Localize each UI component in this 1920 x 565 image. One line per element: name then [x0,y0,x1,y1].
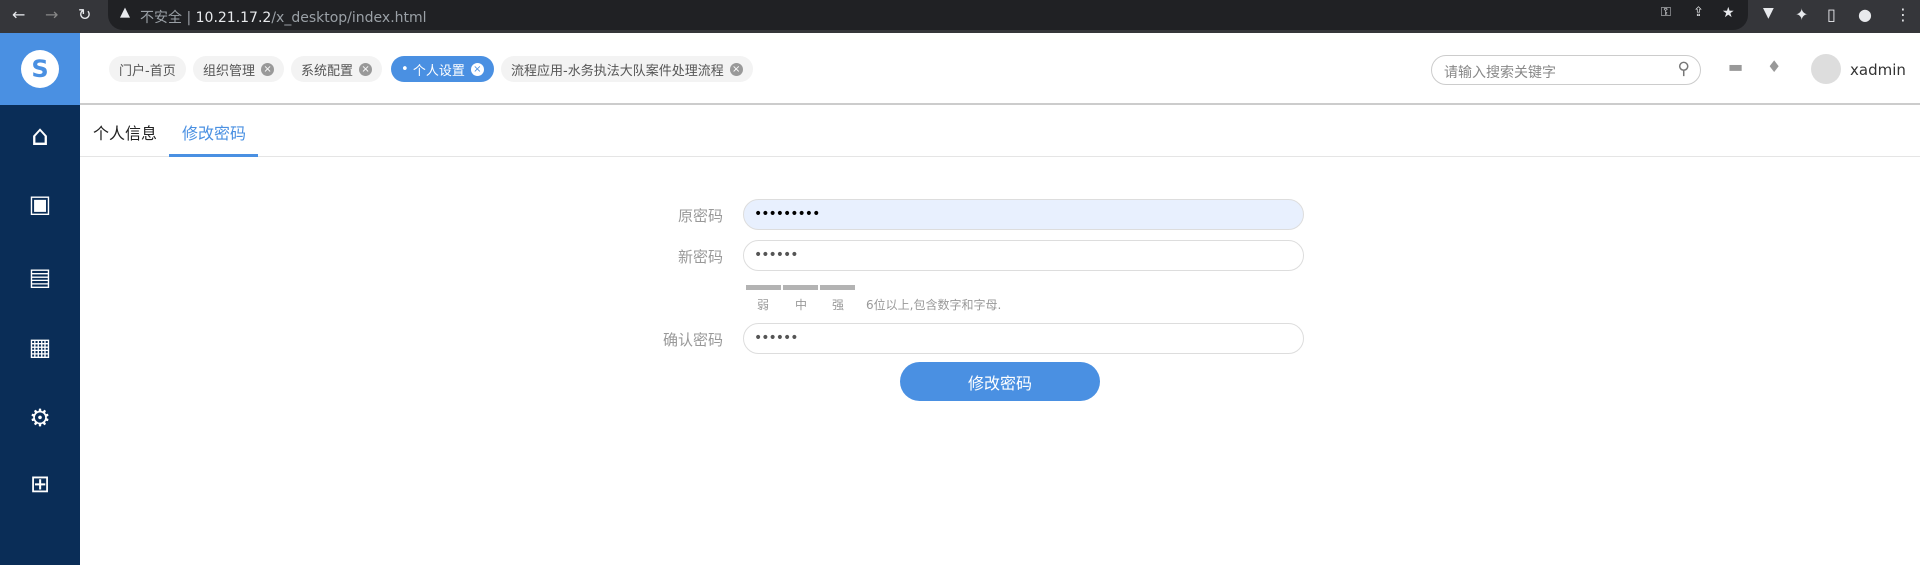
old-password-label: 原密码 [677,207,723,225]
header: 门户-首页 组织管理 × 系统配置 × • 个人设置 × 流程应用-水务执法大队案件处… [80,33,1920,105]
share-icon[interactable]: ⇪ [1693,5,1704,20]
home-icon[interactable]: ⌂ [24,119,56,152]
old-password-input[interactable]: ••••••••• [743,199,1304,230]
tab-system-config[interactable]: 系统配置 × [291,56,383,82]
tab-personal-info[interactable]: 个人信息 [93,120,157,144]
avatar[interactable] [1811,54,1841,84]
notepad-icon[interactable]: ▤ [24,261,56,293]
confirm-password-label: 确认密码 [662,331,723,349]
strength-strong-label: 强 [832,298,845,312]
search-input[interactable]: 请输入搜索关键字 ⚲ [1431,55,1701,85]
change-password-button[interactable]: 修改密码 [900,362,1100,401]
strength-bar-strong [820,285,855,290]
monitor-user-icon[interactable]: ▣ [24,188,56,220]
close-icon[interactable]: × [359,62,373,76]
extension-v-icon[interactable]: ▼ [1763,5,1774,21]
tab-personal-settings[interactable]: • 个人设置 × [391,56,494,82]
puzzle-icon[interactable]: ✦ [1795,5,1808,24]
forward-icon[interactable]: → [45,5,58,24]
tab-workflow-app[interactable]: 流程应用-水务执法大队案件处理流程 × [501,56,753,82]
close-icon[interactable]: × [729,62,743,76]
confirm-password-input[interactable]: •••••• [743,323,1304,354]
back-icon[interactable]: ← [12,5,25,24]
url-text: 不安全 | 10.21.17.2/x_desktop/index.html [140,10,427,26]
dashboard-monitor-icon[interactable]: ⊞ [24,468,56,500]
warning-icon: ▲ [120,5,130,20]
page-tabs: 个人信息 修改密码 [80,105,1920,157]
menu-icon[interactable]: ⋮ [1895,5,1911,24]
key-icon[interactable]: ⚿ [1661,5,1671,20]
logo[interactable]: S [0,33,80,105]
reload-icon[interactable]: ↻ [78,5,91,24]
skin-shirt-icon[interactable]: ♦ [1767,57,1781,76]
new-password-label: 新密码 [677,248,723,266]
chat-icon[interactable]: ▬ [1728,57,1743,76]
password-hint: 6位以上,包含数字和字母. [866,298,1002,312]
strength-medium-label: 中 [795,298,808,312]
tab-portal-home[interactable]: 门户-首页 [109,56,186,82]
close-icon[interactable]: × [261,62,275,76]
address-bar[interactable]: ▲ 不安全 | 10.21.17.2/x_desktop/index.html … [108,0,1748,30]
tab-change-password[interactable]: 修改密码 [182,120,246,144]
user-settings-icon[interactable]: ⚙ [24,402,56,434]
new-password-input[interactable]: •••••• [743,240,1304,271]
strength-weak-label: 弱 [757,298,770,312]
strength-bar-medium [783,285,818,290]
calendar-icon[interactable]: ▦ [24,331,56,363]
profile-icon[interactable]: ● [1858,5,1872,24]
close-icon[interactable]: × [470,62,484,76]
search-icon[interactable]: ⚲ [1678,59,1690,79]
browser-toolbar: ← → ↻ ▲ 不安全 | 10.21.17.2/x_desktop/index… [0,0,1920,33]
strength-bar-weak [746,285,781,290]
sidepanel-icon[interactable]: ▯ [1827,5,1836,24]
username[interactable]: xadmin [1850,61,1906,79]
sidebar: S ⌂ ▣ ▤ ▦ ⚙ ⊞ [0,33,80,565]
star-icon[interactable]: ★ [1722,5,1735,21]
tab-org-management[interactable]: 组织管理 × [193,56,285,82]
active-tab-indicator [169,154,258,157]
